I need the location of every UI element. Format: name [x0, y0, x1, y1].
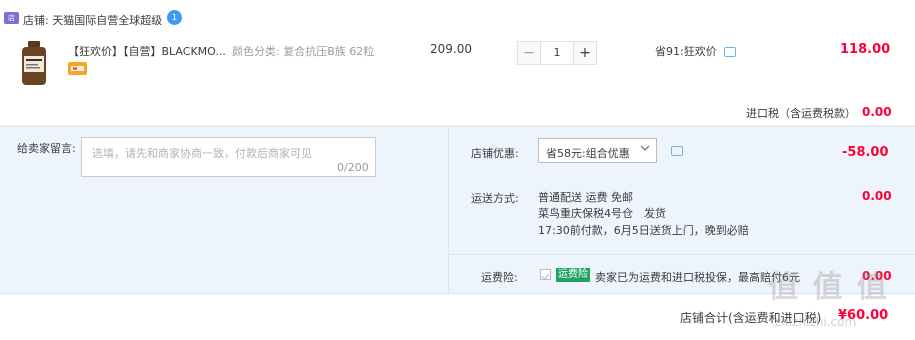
shop-coupon-label: 店铺优惠: — [471, 147, 519, 160]
shipping-eta: 17:30前付款，6月5日送货上门，晚到必赔 — [538, 224, 749, 237]
watermark-logo: 值 值 值 — [768, 270, 889, 305]
insurance-divider — [449, 254, 915, 255]
item-title[interactable]: 【狂欢价】【自营】BLACKMO... — [68, 43, 226, 59]
item-spec: 颜色分类: 复合抗压B族 62粒 — [232, 45, 375, 58]
unit-price: 209.00 — [430, 42, 472, 56]
shop-coupon-value: -58.00 — [842, 145, 889, 160]
seller-message-count: 0/200 — [337, 161, 369, 174]
shop-info-badge[interactable]: 1 — [167, 10, 182, 25]
shipping-label: 运送方式: — [471, 192, 519, 205]
discount-note-text: 省91:狂欢价 — [655, 45, 717, 58]
shipping-method: 普通配送 运费 免邮 — [538, 191, 633, 204]
shop-icon: 店 — [4, 12, 19, 24]
import-tax-value: 0.00 — [862, 105, 892, 119]
comment-icon[interactable] — [724, 47, 737, 57]
insurance-badge: 运费险 — [556, 268, 590, 282]
seller-message-label: 给卖家留言: — [17, 142, 76, 155]
discount-note: 省91:狂欢价 — [655, 43, 737, 59]
quantity-stepper: − 1 + — [517, 41, 597, 65]
seller-message-placeholder: 选填，请先和商家协商一致，付款后商家可见 — [92, 147, 312, 160]
chevron-down-icon[interactable] — [640, 143, 650, 156]
panel-divider — [448, 126, 449, 293]
shop-coupon-selected: 省58元:组合优惠 — [546, 147, 630, 160]
shop-name[interactable]: 店铺: 天猫国际自营全球超级 — [23, 12, 162, 28]
promo-card-icon — [68, 62, 87, 75]
coupon-comment-icon[interactable] — [671, 146, 683, 156]
insurance-label: 运费险: — [481, 271, 518, 284]
shipping-value: 0.00 — [862, 189, 892, 203]
insurance-checkbox[interactable] — [540, 269, 551, 280]
watermark-site: zhizhizhi.com — [775, 315, 857, 329]
import-tax-label: 进口税（含运费税款） — [746, 107, 856, 120]
decrease-button[interactable]: − — [517, 41, 541, 65]
quantity-input[interactable]: 1 — [541, 41, 573, 65]
shipping-warehouse: 菜鸟重庆保税4号仓 发货 — [538, 207, 666, 220]
product-thumbnail[interactable] — [18, 40, 50, 86]
increase-button[interactable]: + — [573, 41, 597, 65]
item-total: 118.00 — [840, 42, 891, 57]
